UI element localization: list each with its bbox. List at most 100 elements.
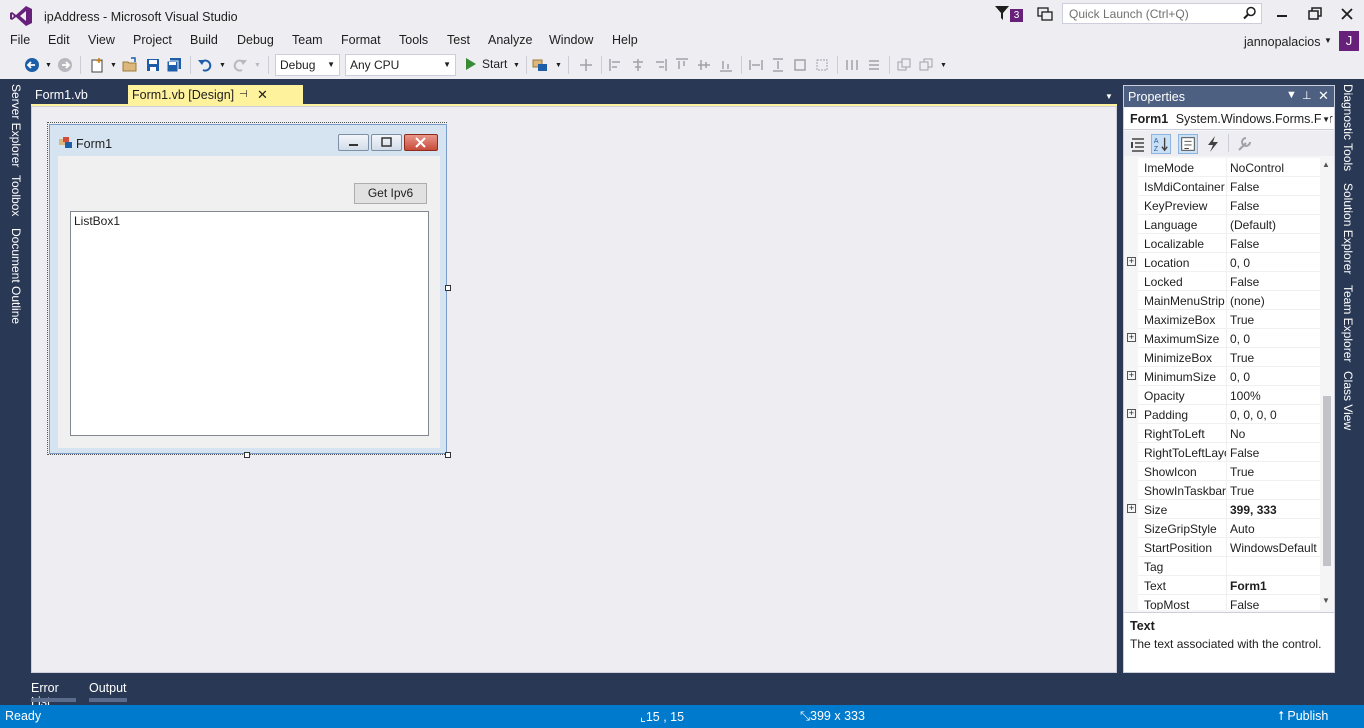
diagnostic-tools-tab[interactable]: Diagnostic Tools xyxy=(1341,84,1355,171)
expand-icon[interactable]: + xyxy=(1127,504,1136,513)
property-row[interactable]: KeyPreview False xyxy=(1124,196,1320,215)
property-value[interactable]: True xyxy=(1230,313,1320,327)
property-row[interactable]: Text Form1 xyxy=(1124,576,1320,595)
property-value[interactable]: WindowsDefault xyxy=(1230,541,1320,555)
property-value[interactable]: (Default) xyxy=(1230,218,1320,232)
form-client-area[interactable]: Get Ipv6 ListBox1 xyxy=(58,156,440,448)
property-row[interactable]: + MinimumSize 0, 0 xyxy=(1124,367,1320,386)
align-middles-icon[interactable] xyxy=(697,58,711,72)
scrollbar-thumb[interactable] xyxy=(1323,396,1331,566)
undo-chevron-down-icon[interactable]: ▼ xyxy=(219,62,226,69)
property-row[interactable]: IsMdiContainer False xyxy=(1124,177,1320,196)
property-value[interactable]: True xyxy=(1230,351,1320,365)
property-value[interactable]: 0, 0 xyxy=(1230,256,1320,270)
tab-order-chevron-down-icon[interactable]: ▼ xyxy=(555,62,562,69)
align-bottoms-icon[interactable] xyxy=(719,58,733,72)
property-row[interactable]: MaximizeBox True xyxy=(1124,310,1320,329)
start-debugging-button[interactable]: Start xyxy=(464,56,507,74)
form-minimize-button[interactable] xyxy=(338,134,369,151)
property-value[interactable]: 0, 0 xyxy=(1230,370,1320,384)
tab-form1-vb[interactable]: Form1.vb xyxy=(31,85,92,105)
redo-icon[interactable] xyxy=(232,57,248,73)
account-chevron-down-icon[interactable]: ▼ xyxy=(1324,36,1332,45)
property-value[interactable]: 399, 333 xyxy=(1230,503,1320,517)
property-value[interactable]: 0, 0, 0, 0 xyxy=(1230,408,1320,422)
toolbox-tab[interactable]: Toolbox xyxy=(9,175,23,216)
quick-launch-input[interactable]: Quick Launch (Ctrl+Q) xyxy=(1062,3,1262,24)
property-row[interactable]: RightToLeft No xyxy=(1124,424,1320,443)
scroll-up-icon[interactable]: ▲ xyxy=(1322,160,1330,169)
undo-icon[interactable] xyxy=(197,57,213,73)
menu-edit[interactable]: Edit xyxy=(48,33,70,47)
property-value[interactable]: True xyxy=(1230,465,1320,479)
resize-handle-bottom[interactable] xyxy=(244,452,250,458)
menu-test[interactable]: Test xyxy=(447,33,470,47)
property-row[interactable]: Opacity 100% xyxy=(1124,386,1320,405)
toolbar-overflow-chevron-down-icon[interactable]: ▼ xyxy=(940,62,947,69)
property-row[interactable]: MainMenuStrip (none) xyxy=(1124,291,1320,310)
property-row[interactable]: RightToLeftLayout False xyxy=(1124,443,1320,462)
property-value[interactable]: NoControl xyxy=(1230,161,1320,175)
properties-icon[interactable] xyxy=(1178,134,1198,154)
property-row[interactable]: ShowInTaskbar True xyxy=(1124,481,1320,500)
menu-build[interactable]: Build xyxy=(190,33,218,47)
make-same-height-icon[interactable] xyxy=(771,58,785,72)
property-row[interactable]: + Size 399, 333 xyxy=(1124,500,1320,519)
tab-order-icon[interactable] xyxy=(532,57,548,73)
menu-file[interactable]: File xyxy=(10,33,30,47)
categorized-icon[interactable] xyxy=(1128,134,1148,154)
property-row[interactable]: ImeMode NoControl xyxy=(1124,158,1320,177)
resize-handle-right[interactable] xyxy=(445,285,451,291)
window-position-chevron-down-icon[interactable]: ▼ xyxy=(1286,89,1297,101)
get-ipv6-button[interactable]: Get Ipv6 xyxy=(354,183,427,204)
menu-help[interactable]: Help xyxy=(612,33,638,47)
property-row[interactable]: MinimizeBox True xyxy=(1124,348,1320,367)
property-row[interactable]: Language (Default) xyxy=(1124,215,1320,234)
pin-icon[interactable]: ⊥ xyxy=(1302,89,1312,102)
menu-view[interactable]: View xyxy=(88,33,115,47)
start-chevron-down-icon[interactable]: ▼ xyxy=(513,62,520,69)
publish-button[interactable]: ⭡ Publish xyxy=(1278,709,1328,724)
form-close-button[interactable] xyxy=(404,134,438,151)
expand-icon[interactable]: + xyxy=(1127,257,1136,266)
server-explorer-tab[interactable]: Server Explorer xyxy=(9,84,23,167)
events-icon[interactable] xyxy=(1203,134,1223,154)
form-designer-surface[interactable]: Form1 Get Ipv6 ListBox1 xyxy=(31,106,1117,673)
property-row[interactable]: + Padding 0, 0, 0, 0 xyxy=(1124,405,1320,424)
form1-window[interactable]: Form1 Get Ipv6 ListBox1 xyxy=(49,124,447,454)
property-row[interactable]: TopMost False xyxy=(1124,595,1320,610)
document-outline-tab[interactable]: Document Outline xyxy=(9,228,23,324)
solution-configuration-select[interactable]: Debug ▼ xyxy=(275,54,340,76)
make-same-size-icon[interactable] xyxy=(793,58,807,72)
menu-project[interactable]: Project xyxy=(133,33,172,47)
close-icon[interactable]: ✕ xyxy=(1318,88,1329,104)
property-value[interactable]: True xyxy=(1230,484,1320,498)
property-grid-scrollbar[interactable]: ▲ ▼ xyxy=(1320,158,1334,610)
alphabetical-icon[interactable]: AZ xyxy=(1151,134,1171,154)
tab-form1-design[interactable]: Form1.vb [Design] ⊣ ✕ xyxy=(128,85,303,105)
document-list-chevron-down-icon[interactable]: ▼ xyxy=(1105,92,1113,101)
property-value[interactable]: False xyxy=(1230,199,1320,213)
minimize-window-icon[interactable] xyxy=(1274,6,1290,22)
team-explorer-tab[interactable]: Team Explorer xyxy=(1341,285,1355,362)
menu-format[interactable]: Format xyxy=(341,33,381,47)
form-selection-frame[interactable]: Form1 Get Ipv6 ListBox1 xyxy=(47,122,451,458)
property-value[interactable]: False xyxy=(1230,598,1320,610)
property-value[interactable]: 100% xyxy=(1230,389,1320,403)
property-row[interactable]: Localizable False xyxy=(1124,234,1320,253)
notifications-button[interactable]: 3 xyxy=(995,6,1027,24)
property-pages-icon[interactable] xyxy=(1234,134,1254,154)
property-value[interactable]: Auto xyxy=(1230,522,1320,536)
property-value[interactable]: False xyxy=(1230,180,1320,194)
open-file-icon[interactable] xyxy=(122,57,138,73)
property-row[interactable]: ShowIcon True xyxy=(1124,462,1320,481)
feedback-icon[interactable] xyxy=(1037,6,1053,22)
property-row[interactable]: Locked False xyxy=(1124,272,1320,291)
expand-icon[interactable]: + xyxy=(1127,409,1136,418)
save-all-icon[interactable] xyxy=(166,57,182,73)
align-centers-icon[interactable] xyxy=(631,58,645,72)
align-to-grid-icon[interactable] xyxy=(579,58,593,72)
object-selector[interactable]: Form1 System.Windows.Forms.For ▼ xyxy=(1124,108,1334,130)
expand-icon[interactable]: + xyxy=(1127,333,1136,342)
property-value[interactable]: No xyxy=(1230,427,1320,441)
